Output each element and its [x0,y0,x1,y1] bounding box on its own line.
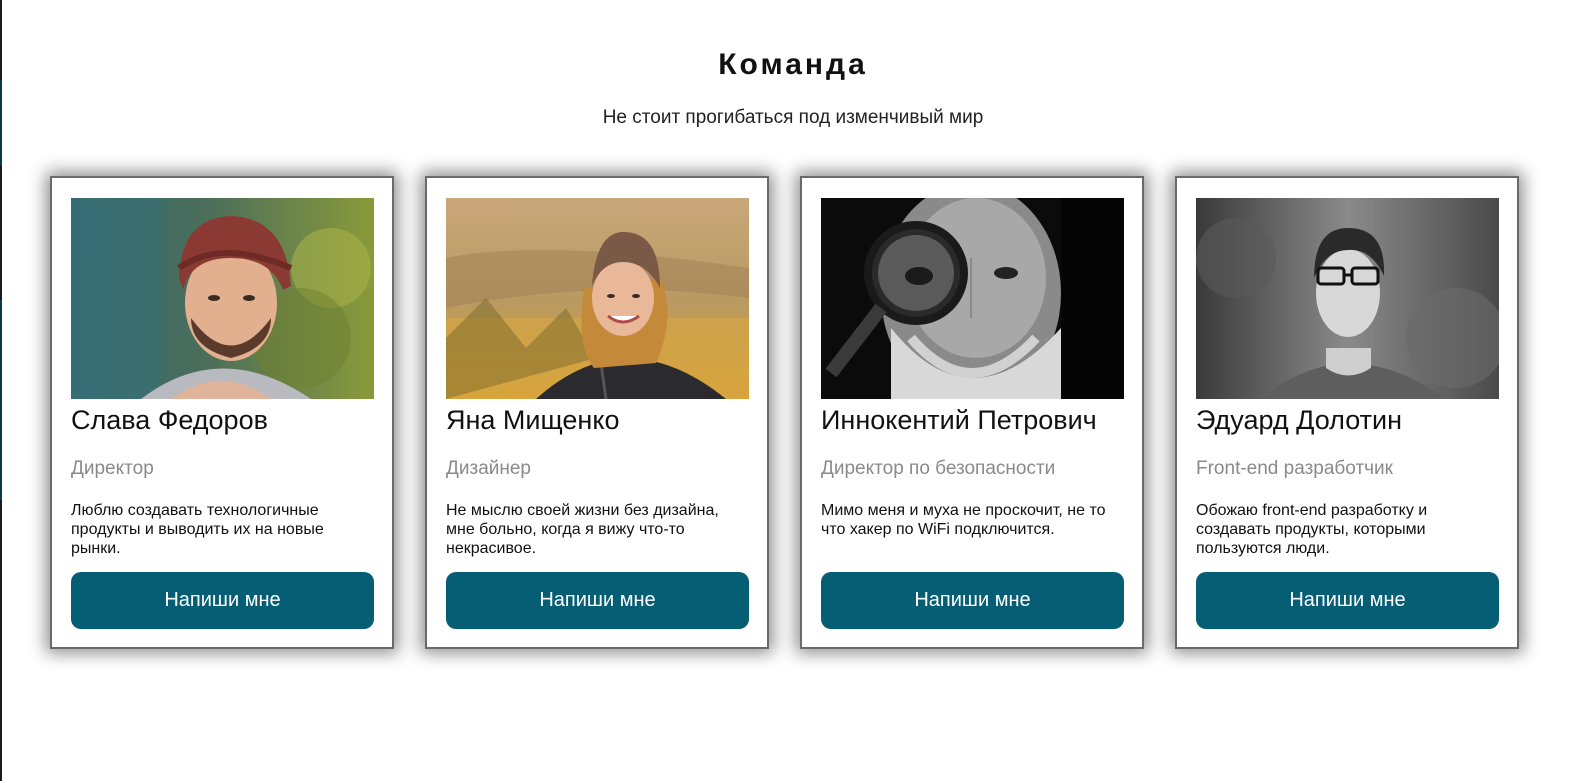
team-card: Иннокентий Петрович Директор по безопасн… [800,176,1144,649]
member-role: Директор [71,458,154,479]
member-bio: Люблю создавать технологичные продукты и… [71,502,324,557]
team-cards: Слава Федоров Директор Люблю создавать т… [50,176,1519,649]
member-role: Front-end разработчик [1196,458,1393,479]
member-name: Слава Федоров [71,405,268,435]
member-bio: Обожаю front-end разработку и создавать … [1196,502,1428,557]
member-photo [821,198,1124,399]
write-me-button[interactable]: Напиши мне [1196,572,1499,629]
team-card: Яна Мищенко Дизайнер Не мыслю своей жизн… [425,176,769,649]
member-name: Иннокентий Петрович [821,405,1097,435]
page-title: Команда [718,48,868,81]
team-card: Эдуард Долотин Front-end разработчик Обо… [1175,176,1519,649]
member-photo [71,198,374,399]
write-me-button[interactable]: Напиши мне [446,572,749,629]
member-name: Эдуард Долотин [1196,405,1402,435]
member-bio: Мимо меня и муха не проскочит, не то что… [821,502,1106,538]
page-subtitle: Не стоит прогибаться под изменчивый мир [602,107,984,128]
member-role: Дизайнер [446,458,531,479]
team-card: Слава Федоров Директор Люблю создавать т… [50,176,394,649]
member-photo [446,198,749,399]
member-photo [1196,198,1499,399]
member-name: Яна Мищенко [446,405,620,435]
member-bio: Не мыслю своей жизни без дизайна, мне бо… [446,502,719,557]
member-role: Директор по безопасности [821,458,1056,479]
write-me-button[interactable]: Напиши мне [71,572,374,629]
write-me-button[interactable]: Напиши мне [821,572,1124,629]
